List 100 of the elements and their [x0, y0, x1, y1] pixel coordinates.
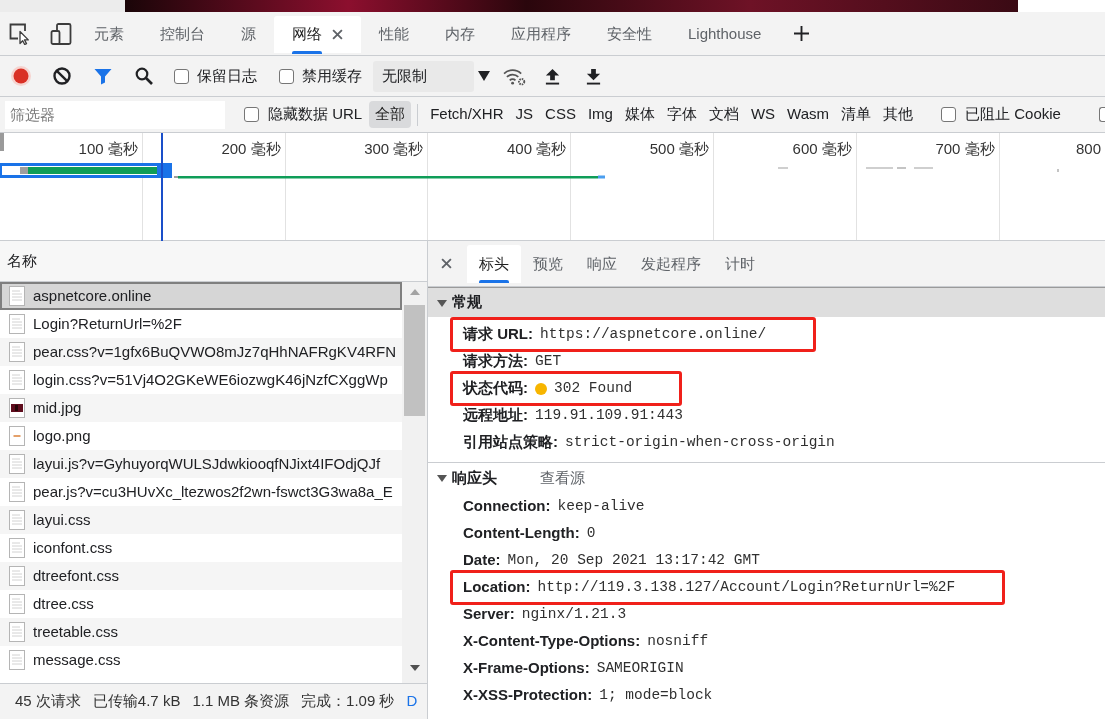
caret-icon[interactable]	[437, 473, 447, 483]
type-filter-button[interactable]: JS	[509, 101, 540, 128]
panel-tab[interactable]: 元素	[76, 16, 142, 53]
checkbox[interactable]	[279, 68, 294, 84]
type-filter-button[interactable]: Img	[581, 101, 619, 128]
checkbox[interactable]	[174, 68, 189, 84]
document-icon	[9, 482, 25, 502]
status-text: 1.1 MB 条资源	[192, 691, 290, 712]
status-text: 45 次请求	[15, 691, 81, 712]
type-filter-button[interactable]: 媒体	[618, 101, 661, 128]
header-name: Date:	[463, 550, 501, 571]
checkbox-label: 已阻止 Cookie	[965, 104, 1061, 125]
header-value: strict-origin-when-cross-origin	[565, 432, 835, 452]
type-filter-button[interactable]: 文档	[702, 101, 745, 128]
panel-tab[interactable]: Lighthouse	[670, 16, 780, 53]
tick-label: 800	[1075, 140, 1101, 158]
type-filter-button[interactable]: Wasm	[781, 101, 836, 128]
header-name: X-Frame-Options:	[463, 658, 590, 679]
type-filter-button[interactable]: 清单	[835, 101, 878, 128]
photo-thumbnail-icon	[9, 398, 25, 418]
header-value: nginx/1.21.3	[521, 604, 627, 624]
scrollbar-thumb[interactable]	[404, 305, 425, 416]
tick-label: 400 毫秒	[507, 140, 567, 158]
details-tab[interactable]: 发起程序	[629, 245, 713, 283]
checkbox-label: 保留日志	[197, 65, 257, 86]
header-value: http://119.3.138.127/Account/Login?ReturnUrl=%2F	[537, 577, 956, 597]
header-value: SAMEORIGIN	[596, 658, 684, 678]
header-value: 0	[586, 523, 596, 543]
header-value: 119.91.109.91:443	[535, 405, 683, 425]
close-icon[interactable]	[441, 258, 452, 269]
request-row[interactable]: dtreefont.css	[0, 562, 402, 590]
header-name: 远程地址:	[463, 405, 528, 426]
type-filter-button[interactable]: 字体	[660, 101, 703, 128]
panel-tab[interactable]: 内存	[427, 16, 493, 53]
record-icon[interactable]	[11, 66, 31, 86]
details-tab[interactable]: 计时	[713, 245, 767, 283]
panel-tab[interactable]: 安全性	[589, 16, 670, 53]
header-value: https://aspnetcore.online/	[540, 324, 767, 344]
header-name: Location:	[463, 577, 531, 598]
plus-icon[interactable]	[794, 26, 810, 41]
checkbox[interactable]	[941, 107, 957, 122]
header-value: keep-alive	[557, 496, 645, 516]
download-icon[interactable]	[585, 67, 602, 85]
type-filter-button[interactable]: 全部	[369, 101, 412, 128]
request-row[interactable]: treetable.css	[0, 618, 402, 646]
tick-label: 600 毫秒	[792, 140, 852, 158]
search-icon[interactable]	[134, 66, 154, 86]
request-row[interactable]: layui.css	[0, 506, 402, 534]
panel-tab[interactable]: 应用程序	[493, 16, 589, 53]
document-icon	[9, 566, 25, 586]
checkbox-label: 禁用缓存	[302, 65, 362, 86]
type-filter-button[interactable]: WS	[744, 101, 782, 128]
status-text: D	[406, 691, 418, 712]
checkbox[interactable]	[1099, 107, 1105, 122]
caret-icon[interactable]	[478, 71, 490, 81]
devices-icon[interactable]	[50, 22, 72, 45]
view-source-link[interactable]: 查看源	[540, 466, 585, 490]
document-icon	[9, 454, 25, 474]
upload-icon[interactable]	[544, 67, 561, 85]
header-name: X-XSS-Protection:	[463, 685, 593, 706]
close-icon[interactable]	[332, 29, 343, 40]
header-value: 302 Found	[554, 378, 633, 398]
document-icon	[9, 538, 25, 558]
type-filter-button[interactable]: Fetch/XHR	[424, 101, 510, 128]
details-tab[interactable]: 响应	[575, 245, 629, 283]
panel-tab[interactable]: 性能	[361, 16, 427, 53]
image-thumbnail-icon	[9, 426, 25, 446]
request-row[interactable]: mid.jpg	[0, 394, 402, 422]
header-value: Mon, 20 Sep 2021 13:17:42 GMT	[507, 550, 760, 570]
checkbox[interactable]	[244, 107, 259, 122]
section-title: 常规	[452, 292, 482, 313]
scroll-down-arrow-icon[interactable]	[409, 665, 420, 671]
tick-label: 300 毫秒	[364, 140, 424, 158]
details-tab[interactable]: 预览	[521, 245, 575, 283]
tick-label: 200 毫秒	[221, 140, 281, 158]
cursor-in-box-icon[interactable]	[9, 22, 31, 45]
request-row[interactable]: pear.css?v=1gfx6BuQVWO8mJz7qHhNAFRgKV4RFN	[0, 338, 402, 366]
details-tab[interactable]: 标头	[467, 245, 521, 283]
type-filter-button[interactable]: CSS	[539, 101, 582, 128]
filter-icon[interactable]	[93, 66, 113, 86]
document-icon	[9, 510, 25, 530]
header-value: nosniff	[647, 631, 709, 651]
request-row[interactable]: layui.js?v=GyhuyorqWULSJdwkiooqfNJixt4IFOdjQJf	[0, 450, 402, 478]
request-row[interactable]: aspnetcore.online	[0, 282, 402, 310]
panel-tab[interactable]: 控制台	[142, 16, 223, 53]
type-filter-button[interactable]: 其他	[877, 101, 920, 128]
tick-label: 500 毫秒	[649, 140, 709, 158]
document-icon	[9, 314, 25, 334]
column-header[interactable]: 名称	[7, 249, 37, 273]
no-entry-icon[interactable]	[52, 66, 72, 86]
panel-tab[interactable]: 网络	[274, 16, 361, 53]
document-icon	[9, 286, 25, 306]
document-icon	[9, 650, 25, 670]
header-name: 状态代码:	[463, 378, 528, 399]
section-header[interactable]: 常规	[428, 287, 1105, 317]
filter-input[interactable]: 筛选器	[5, 100, 225, 129]
wifi-gear-icon[interactable]	[503, 66, 526, 86]
tick-label: 700 毫秒	[935, 140, 995, 158]
panel-tab[interactable]: 源	[223, 16, 274, 53]
throttling-select[interactable]: 无限制	[373, 60, 474, 92]
